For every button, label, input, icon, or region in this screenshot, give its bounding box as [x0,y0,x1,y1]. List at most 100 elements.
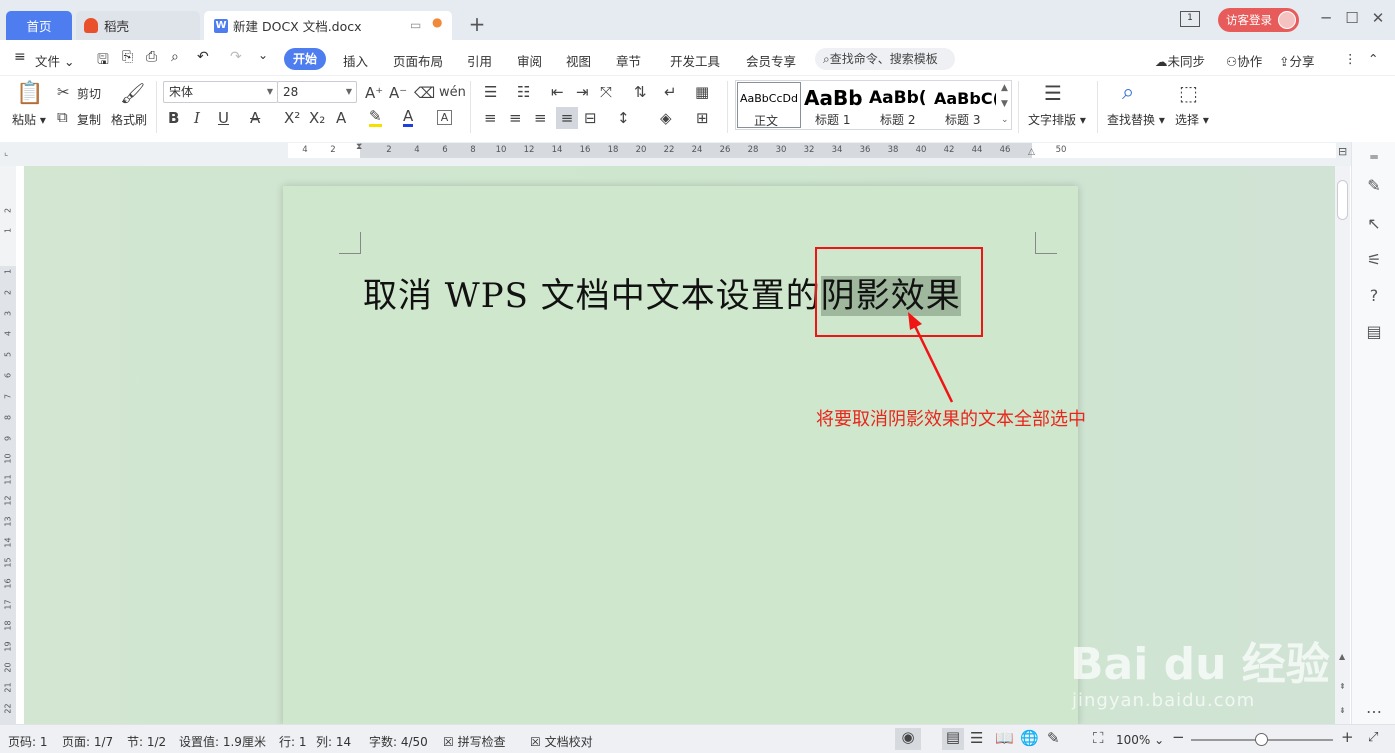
command-search-input[interactable]: ⌕查找命令、搜索模板 [815,48,955,70]
fullscreen-icon[interactable]: ⤢ [1368,730,1378,745]
cut-icon[interactable]: ✂ [57,84,70,100]
shading-icon[interactable]: ◈ [660,110,672,126]
superscript-icon[interactable]: X² [284,110,300,126]
menu-file[interactable]: 文件 ⌄ [35,51,74,70]
print-icon[interactable]: ⎙ [146,49,157,65]
share-button[interactable]: ⇪分享 [1279,51,1315,70]
tab-home[interactable]: 首页 [6,11,72,40]
outline-view-icon[interactable]: ☰ [970,729,983,747]
align-center-icon[interactable]: ≡ [509,110,522,126]
web-view-icon[interactable]: 🌐 [1020,729,1039,747]
find-replace-button[interactable]: 查找替换 ▾ [1107,111,1165,128]
status-page-code[interactable]: 页码: 1 [8,733,48,750]
select-icon[interactable]: ⬚ [1179,82,1198,104]
zoom-out-icon[interactable]: − [1172,728,1185,746]
menu-section[interactable]: 章节 [616,51,641,70]
new-tab-button[interactable]: + [466,12,488,36]
next-page-icon[interactable]: ⇟ [1339,706,1346,715]
scrollbar-thumb[interactable] [1337,180,1348,220]
status-page[interactable]: 页面: 1/7 [62,733,113,750]
grow-font-icon[interactable]: A⁺ [365,85,383,101]
char-border-icon[interactable]: A [437,110,452,125]
redo-icon[interactable]: ↷ [230,49,242,65]
write-view-icon[interactable]: ✎ [1047,729,1060,747]
sort-icon[interactable]: ⇅ [634,84,647,100]
style-scroll-up-icon[interactable]: ▲ [1001,83,1008,93]
vertical-ruler[interactable]: 2 1 1 2 3 4 5 6 7 8 9 10 11 12 13 14 15 … [0,166,16,724]
style-normal[interactable]: AaBbCcDd 正文 [737,82,801,128]
strikethrough-icon[interactable]: A [250,110,260,126]
print-preview-icon[interactable]: ⌕ [171,49,179,65]
login-button[interactable]: 访客登录 [1218,8,1299,32]
status-words[interactable]: 字数: 4/50 [369,733,428,750]
monitor-icon[interactable]: ▭ [410,18,421,32]
borders-icon[interactable]: ⊞ [696,110,709,126]
text-layout-icon[interactable]: ☰ [1044,82,1062,104]
fit-page-icon[interactable]: ⛶ [1093,729,1104,747]
read-view-icon[interactable]: 📖 [995,729,1014,747]
collapse-ribbon-icon[interactable]: ⌃ [1368,51,1378,66]
prev-page-icon[interactable]: ⇞ [1339,682,1346,691]
right-indent-icon[interactable]: △ [1028,147,1035,157]
hamburger-icon[interactable]: ≡ [14,49,26,65]
bold-icon[interactable]: B [168,110,179,126]
chinese-layout-icon[interactable]: ⤧ [600,84,612,100]
increase-indent-icon[interactable]: ⇥ [576,84,589,100]
format-painter-icon[interactable]: 🖌 [120,82,145,104]
status-column[interactable]: 列: 14 [316,733,351,750]
pen-icon[interactable]: ✎ [1364,176,1384,195]
style-heading1[interactable]: AaBb 标题 1 [803,82,867,128]
select-button[interactable]: 选择 ▾ [1175,111,1209,128]
help-icon[interactable]: ? [1364,286,1384,305]
status-section[interactable]: 节: 1/2 [127,733,166,750]
tab-document[interactable]: W 新建 DOCX 文档.docx ▭ ● [204,11,452,40]
page-view-icon[interactable]: ▤ [942,728,964,750]
menu-member[interactable]: 会员专享 [746,51,796,70]
save-icon[interactable]: 🖫 [97,49,109,73]
scroll-up-icon[interactable]: ▲ [1339,652,1345,661]
menu-review[interactable]: 审阅 [517,51,542,70]
copy-icon[interactable]: ⧉ [57,109,68,125]
find-icon[interactable]: ⌕ [1122,81,1134,105]
status-setting[interactable]: 设置值: 1.9厘米 [179,733,266,750]
tab-docer[interactable]: 稻壳 [76,11,200,40]
vertical-scrollbar[interactable]: ▲ ⇞ ⇟ [1335,166,1350,724]
document-text[interactable]: 取消 WPS 文档中文本设置的 [363,276,821,316]
view-toggle-icon[interactable]: ⊟ [1338,145,1347,158]
font-color-icon[interactable]: A [403,108,414,127]
align-left-icon[interactable]: ≡ [484,110,497,126]
maximize-icon[interactable]: ☐ [1342,8,1362,28]
distribute-icon[interactable]: ⊟ [584,110,597,126]
zoom-slider-knob[interactable] [1255,733,1268,746]
status-line[interactable]: 行: 1 [279,733,307,750]
close-icon[interactable]: ✕ [1368,8,1388,28]
paste-button[interactable]: 粘贴 ▾ [12,111,46,128]
text-effect-icon[interactable]: A [336,110,346,126]
export-icon[interactable]: ⎘ [122,49,133,65]
style-scroll-down-icon[interactable]: ▼ [1001,99,1008,109]
indent-marker-icon[interactable]: ⧗ [356,142,362,152]
spellcheck-button[interactable]: ☒ 拼写检查 [443,733,506,750]
menu-developer[interactable]: 开发工具 [670,51,720,70]
text-layout-button[interactable]: 文字排版 ▾ [1028,111,1086,128]
menu-insert[interactable]: 插入 [343,51,368,70]
more-icon[interactable]: ⋮ [1344,51,1357,66]
eye-protect-icon[interactable]: ◉ [895,728,921,750]
panel-handle-icon[interactable]: ═ [1364,150,1384,164]
menu-references[interactable]: 引用 [467,51,492,70]
customize-qat-icon[interactable]: ⌄ [258,48,268,62]
archive-icon[interactable]: ▤ [1364,322,1384,341]
tab-stop-icon[interactable]: ⌞ [4,148,8,158]
menu-start[interactable]: 开始 [284,48,326,70]
sync-status[interactable]: ☁未同步 [1155,51,1205,70]
minimize-icon[interactable]: ─ [1316,8,1336,28]
underline-icon[interactable]: U [218,110,229,126]
line-spacing-icon[interactable]: ↕ [617,110,630,126]
menu-view[interactable]: 视图 [566,51,591,70]
settings-sliders-icon[interactable]: ⚟ [1364,250,1384,269]
cut-label[interactable]: 剪切 [77,85,101,102]
style-more-icon[interactable]: ⌄ [1001,115,1009,125]
justify-icon[interactable]: ≡ [556,107,578,129]
align-right-icon[interactable]: ≡ [534,110,547,126]
font-size-select[interactable]: 28 ▼ [277,81,357,103]
